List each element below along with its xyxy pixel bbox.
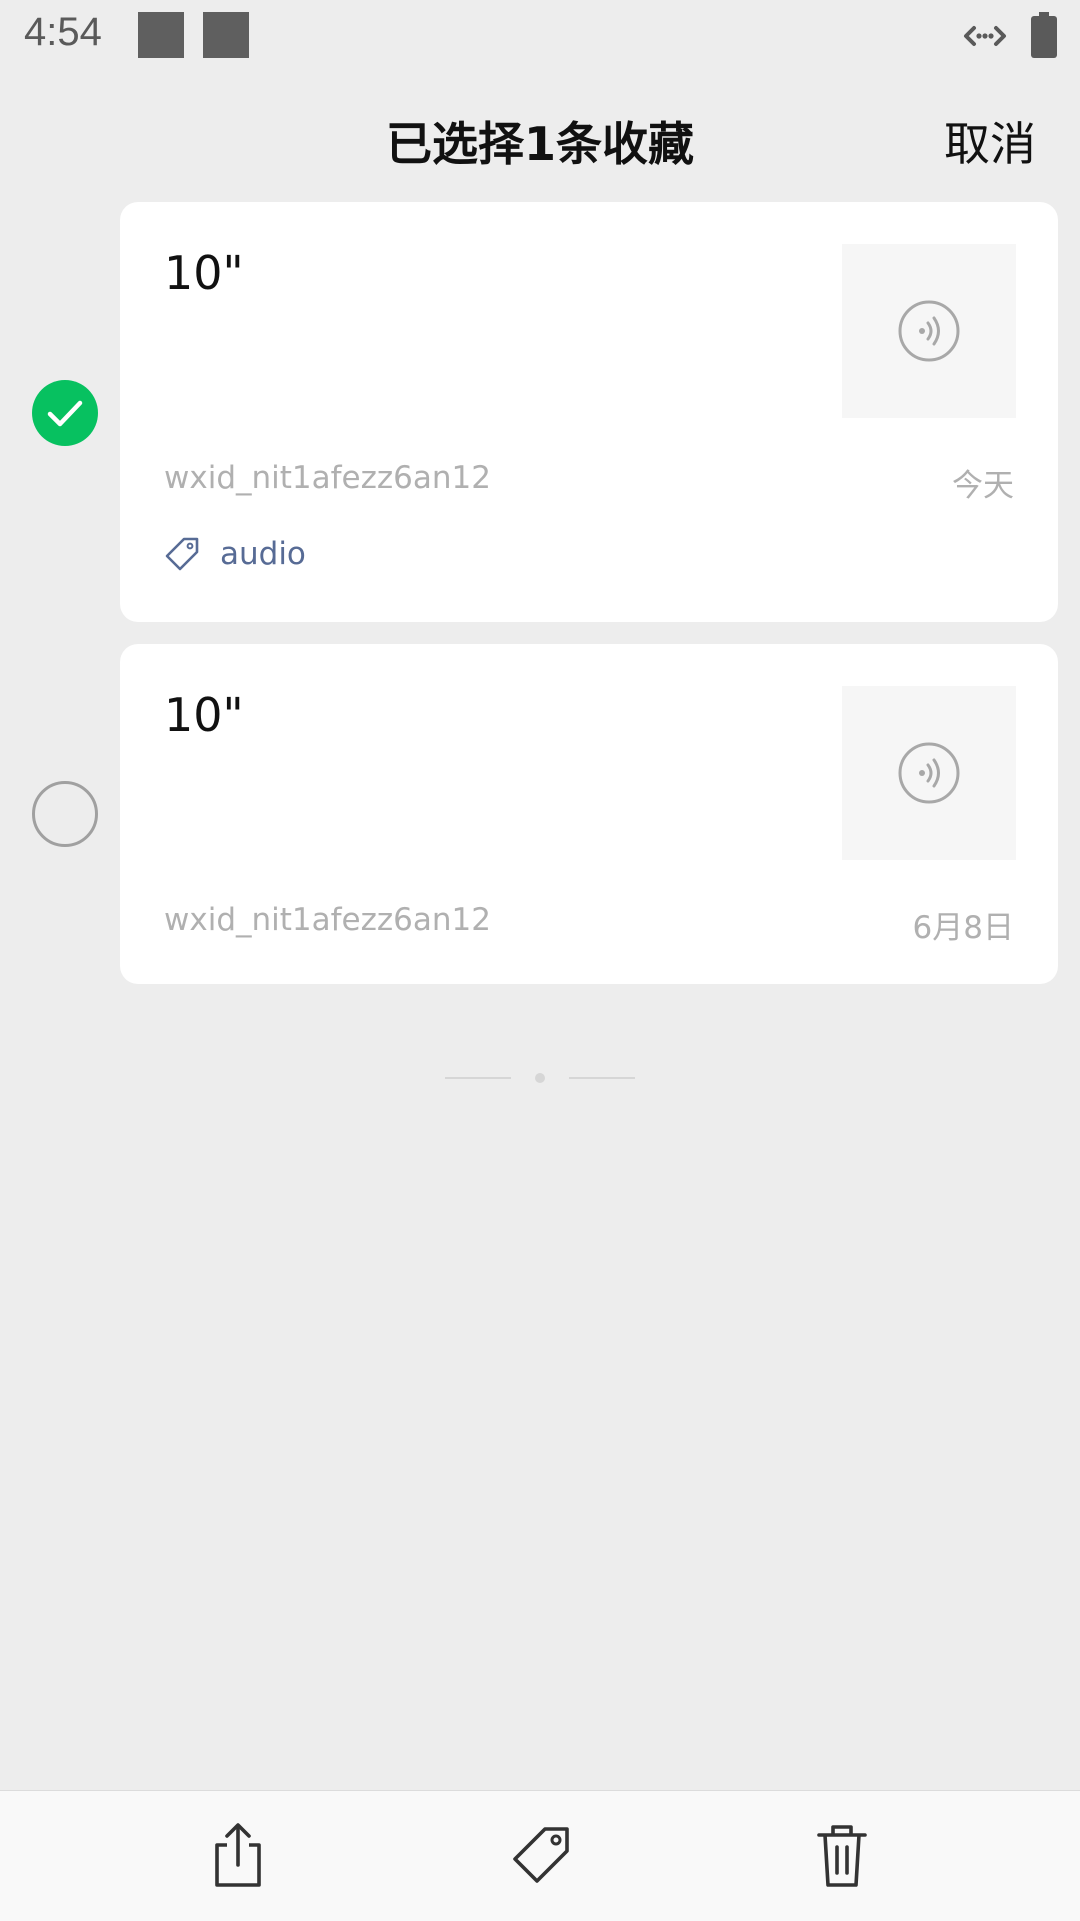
cancel-button[interactable]: 取消 [944, 108, 1036, 174]
bottom-toolbar [0, 1790, 1080, 1921]
checkmark-icon [47, 400, 83, 427]
page-title: 已选择1条收藏 [385, 117, 694, 171]
item-thumbnail [842, 686, 1016, 860]
sync-icon [964, 26, 1006, 46]
share-icon[interactable] [203, 1821, 273, 1891]
item-select-checkbox[interactable] [32, 781, 98, 847]
tag-icon[interactable] [505, 1821, 575, 1891]
status-time: 4:54 [24, 10, 102, 54]
notification-square-icon [138, 12, 184, 58]
item-title: 10" [164, 688, 244, 742]
battery-icon [1031, 12, 1057, 58]
item-date: 6月8日 [912, 910, 1014, 946]
voice-icon [898, 742, 960, 804]
tag-icon [165, 537, 199, 571]
item-tag-label: audio [220, 536, 306, 572]
item-thumbnail [842, 244, 1016, 418]
list-end-indicator [445, 1073, 635, 1083]
voice-icon [898, 300, 960, 362]
item-date: 今天 [952, 468, 1014, 504]
item-select-checkbox[interactable] [32, 380, 98, 446]
trash-icon[interactable] [807, 1821, 877, 1891]
item-source: wxid_nit1afezz6an12 [164, 902, 491, 938]
favorite-item-card[interactable]: 10" wxid_nit1afezz6an12 6月8日 [120, 644, 1058, 984]
item-title: 10" [164, 246, 244, 300]
item-source: wxid_nit1afezz6an12 [164, 460, 491, 496]
status-bar: 4:54 [0, 0, 1080, 72]
favorite-item-card[interactable]: 10" wxid_nit1afezz6an12 今天 audio [120, 202, 1058, 622]
notification-square-icon [203, 12, 249, 58]
header: 已选择1条收藏 取消 [0, 72, 1080, 202]
